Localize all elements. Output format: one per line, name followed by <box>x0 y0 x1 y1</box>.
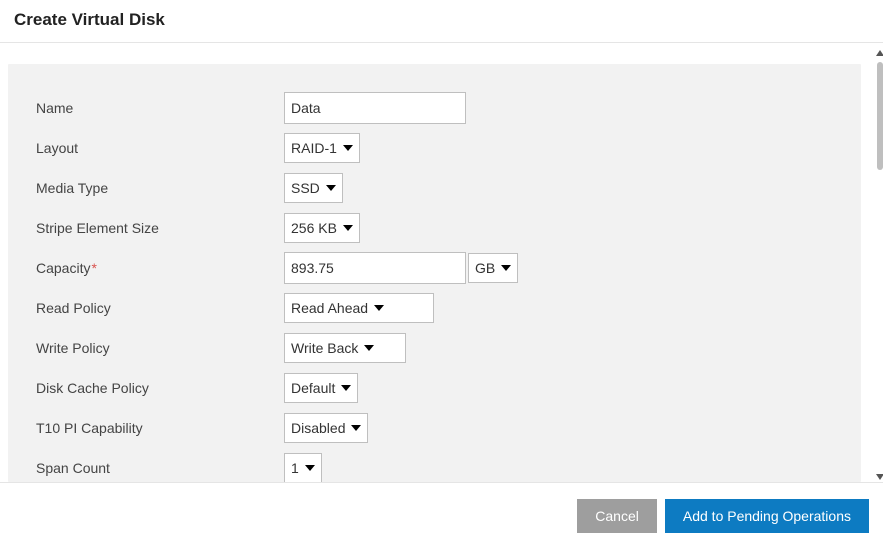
required-asterisk: * <box>91 260 96 276</box>
write-policy-select[interactable]: Write Back <box>284 333 406 363</box>
label-write-policy: Write Policy <box>36 340 284 356</box>
label-span-count: Span Count <box>36 460 284 476</box>
media-type-select-value: SSD <box>291 180 320 196</box>
layout-select[interactable]: RAID-1 <box>284 133 360 163</box>
name-input[interactable] <box>284 92 466 124</box>
row-disk-cache: Disk Cache Policy Default <box>36 368 833 408</box>
label-layout: Layout <box>36 140 284 156</box>
layout-select-value: RAID-1 <box>291 140 337 156</box>
cancel-button[interactable]: Cancel <box>577 499 657 533</box>
read-policy-select[interactable]: Read Ahead <box>284 293 434 323</box>
dialog-body: Name Layout RAID-1 Media Type SSD <box>0 48 883 482</box>
scroll-up-icon[interactable] <box>876 50 883 56</box>
chevron-down-icon <box>341 385 351 391</box>
dialog-title: Create Virtual Disk <box>0 0 883 30</box>
span-count-select-value: 1 <box>291 460 299 476</box>
capacity-unit-select-value: GB <box>475 260 495 276</box>
span-count-select[interactable]: 1 <box>284 453 322 482</box>
label-name: Name <box>36 100 284 116</box>
label-read-policy: Read Policy <box>36 300 284 316</box>
t10-select-value: Disabled <box>291 420 345 436</box>
chevron-down-icon <box>343 145 353 151</box>
capacity-unit-select[interactable]: GB <box>468 253 518 283</box>
disk-cache-select-value: Default <box>291 380 335 396</box>
chevron-down-icon <box>326 185 336 191</box>
label-capacity: Capacity* <box>36 260 284 276</box>
header-divider <box>0 42 883 43</box>
label-stripe: Stripe Element Size <box>36 220 284 236</box>
write-policy-select-value: Write Back <box>291 340 358 356</box>
chevron-down-icon <box>374 305 384 311</box>
read-policy-select-value: Read Ahead <box>291 300 368 316</box>
dialog-footer: Cancel Add to Pending Operations <box>0 482 883 548</box>
add-to-pending-button[interactable]: Add to Pending Operations <box>665 499 869 533</box>
form-panel: Name Layout RAID-1 Media Type SSD <box>8 64 861 482</box>
row-name: Name <box>36 88 833 128</box>
scroll-thumb[interactable] <box>877 62 883 170</box>
row-write-policy: Write Policy Write Back <box>36 328 833 368</box>
label-capacity-text: Capacity <box>36 260 90 276</box>
scrollbar[interactable] <box>877 48 883 482</box>
chevron-down-icon <box>501 265 511 271</box>
scroll-down-icon[interactable] <box>876 474 883 480</box>
label-t10: T10 PI Capability <box>36 420 284 436</box>
stripe-size-select-value: 256 KB <box>291 220 337 236</box>
chevron-down-icon <box>343 225 353 231</box>
chevron-down-icon <box>364 345 374 351</box>
disk-cache-select[interactable]: Default <box>284 373 358 403</box>
chevron-down-icon <box>305 465 315 471</box>
row-t10: T10 PI Capability Disabled <box>36 408 833 448</box>
media-type-select[interactable]: SSD <box>284 173 343 203</box>
label-disk-cache: Disk Cache Policy <box>36 380 284 396</box>
row-layout: Layout RAID-1 <box>36 128 833 168</box>
stripe-size-select[interactable]: 256 KB <box>284 213 360 243</box>
chevron-down-icon <box>351 425 361 431</box>
row-capacity: Capacity* GB <box>36 248 833 288</box>
row-span-count: Span Count 1 <box>36 448 833 482</box>
row-stripe: Stripe Element Size 256 KB <box>36 208 833 248</box>
row-media: Media Type SSD <box>36 168 833 208</box>
label-media: Media Type <box>36 180 284 196</box>
capacity-input[interactable] <box>284 252 466 284</box>
row-read-policy: Read Policy Read Ahead <box>36 288 833 328</box>
t10-select[interactable]: Disabled <box>284 413 368 443</box>
